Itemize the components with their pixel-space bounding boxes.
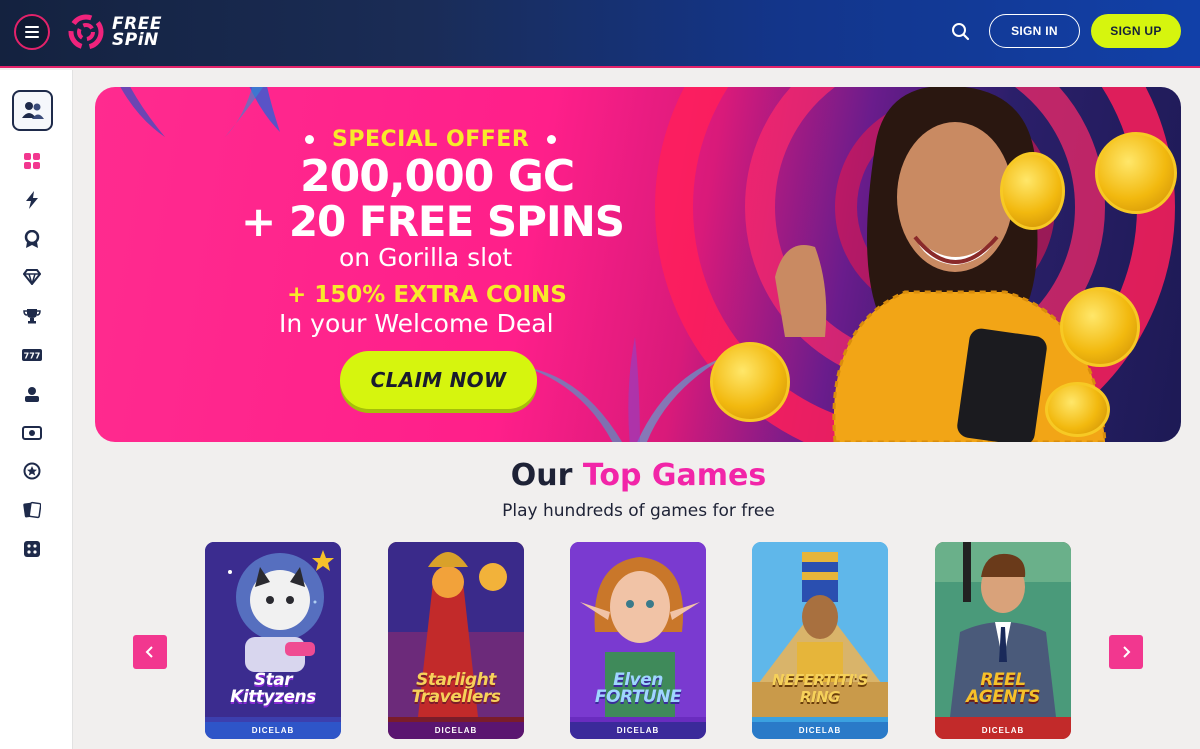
game-card-star-kittyzens[interactable]: Star Kittyzens DICELAB bbox=[205, 542, 341, 739]
game-title: REEL AGENTS bbox=[939, 672, 1067, 706]
sidebar-social-button[interactable] bbox=[12, 90, 53, 131]
slot-777-icon: 777 bbox=[22, 349, 42, 361]
game-title: Star Kittyzens bbox=[209, 672, 337, 706]
sidebar-item-vip[interactable] bbox=[22, 267, 42, 287]
gold-coin-decoration bbox=[1000, 152, 1065, 230]
top-games-title-prefix: Our bbox=[510, 458, 573, 493]
logo-line-spin: SPiN bbox=[112, 30, 159, 50]
carousel-prev-button[interactable] bbox=[133, 635, 167, 669]
carousel-next-button[interactable] bbox=[1109, 635, 1143, 669]
cash-icon bbox=[22, 426, 42, 440]
banner-subline-welcome: In your Welcome Deal bbox=[279, 309, 554, 338]
free-spin-logo[interactable]: FREE SPiN bbox=[66, 10, 162, 54]
logo-text: FREE SPiN bbox=[112, 16, 162, 50]
chevron-left-icon bbox=[145, 646, 153, 658]
sidebar-item-new[interactable] bbox=[22, 190, 42, 210]
promo-banner[interactable]: SPECIAL OFFER 200,000 GC + 20 FREE SPINS… bbox=[95, 87, 1181, 442]
gold-coin-decoration bbox=[1060, 287, 1140, 367]
game-title: Elven FORTUNE bbox=[574, 672, 702, 706]
users-icon bbox=[21, 101, 44, 119]
top-games-title: Our Top Games bbox=[0, 458, 1200, 493]
gold-coin-decoration bbox=[710, 342, 790, 422]
provider-label: DICELAB bbox=[205, 722, 341, 739]
hamburger-menu-button[interactable] bbox=[14, 14, 50, 50]
game-title: NEFERTITI'S RING bbox=[756, 672, 884, 706]
svg-text:777: 777 bbox=[24, 352, 41, 361]
left-sidebar: 777 bbox=[0, 70, 73, 749]
provider-label: DICELAB bbox=[752, 722, 888, 739]
bullet-dot bbox=[305, 135, 314, 144]
banner-subline-extra: + 150% EXTRA COINS bbox=[287, 282, 567, 308]
bullet-dot bbox=[547, 135, 557, 144]
sidebar-item-promotions[interactable] bbox=[22, 423, 42, 443]
special-offer-label: SPECIAL OFFER bbox=[305, 127, 557, 152]
gold-coin-decoration bbox=[1095, 132, 1177, 214]
diamond-icon bbox=[23, 269, 41, 285]
search-icon[interactable] bbox=[948, 19, 974, 45]
game-card-starlight-travellers[interactable]: Starlight Travellers DICELAB bbox=[388, 542, 524, 739]
banner-subline-slot: on Gorilla slot bbox=[339, 243, 513, 272]
banner-headline-spins: + 20 FREE SPINS bbox=[241, 197, 625, 246]
sidebar-item-live[interactable] bbox=[22, 384, 42, 404]
lightning-icon bbox=[26, 191, 38, 209]
badge-icon bbox=[24, 230, 40, 248]
logo-swirl-icon bbox=[68, 14, 104, 50]
special-offer-text: SPECIAL OFFER bbox=[332, 127, 530, 152]
sign-in-button[interactable]: SIGN IN bbox=[989, 14, 1080, 48]
sidebar-item-all-games[interactable] bbox=[22, 151, 42, 171]
game-card-reel-agents[interactable]: REEL AGENTS DICELAB bbox=[935, 542, 1071, 739]
hamburger-icon bbox=[25, 26, 39, 38]
provider-label: DICELAB bbox=[570, 722, 706, 739]
game-title-line2: RING bbox=[800, 688, 841, 706]
game-title-line2: Travellers bbox=[411, 687, 501, 707]
palm-leaves-decoration bbox=[525, 337, 725, 442]
sidebar-item-slots[interactable]: 777 bbox=[22, 345, 42, 365]
top-header: FREE SPiN SIGN IN SIGN UP bbox=[0, 0, 1200, 68]
game-title: Starlight Travellers bbox=[392, 672, 520, 706]
game-card-nefertitis-ring[interactable]: NEFERTITI'S RING DICELAB bbox=[752, 542, 888, 739]
game-title-line2: AGENTS bbox=[966, 687, 1040, 707]
banner-headline-gc: 200,000 GC bbox=[300, 151, 575, 202]
sidebar-item-popular[interactable] bbox=[22, 229, 42, 249]
dice-icon bbox=[24, 541, 40, 557]
top-games-subtitle: Play hundreds of games for free bbox=[502, 501, 775, 521]
trophy-icon bbox=[23, 309, 41, 324]
game-title-line1: NEFERTITI'S bbox=[772, 671, 868, 689]
grid-icon bbox=[24, 153, 40, 169]
game-card-elven-fortune[interactable]: Elven FORTUNE DICELAB bbox=[570, 542, 706, 739]
palm-leaves-decoration bbox=[120, 87, 280, 137]
top-games-title-accent: Top Games bbox=[582, 458, 767, 493]
provider-label: DICELAB bbox=[388, 722, 524, 739]
game-title-line2: FORTUNE bbox=[594, 687, 682, 707]
game-title-line2: Kittyzens bbox=[230, 687, 316, 707]
sign-up-button[interactable]: SIGN UP bbox=[1091, 14, 1181, 48]
claim-now-button[interactable]: CLAIM NOW bbox=[340, 351, 537, 409]
gold-coin-decoration bbox=[1045, 382, 1110, 437]
user-icon bbox=[25, 387, 39, 402]
sidebar-item-dice[interactable] bbox=[22, 539, 42, 559]
provider-label: DICELAB bbox=[935, 722, 1071, 739]
sidebar-item-tournaments[interactable] bbox=[22, 306, 42, 326]
chevron-right-icon bbox=[1123, 646, 1131, 658]
